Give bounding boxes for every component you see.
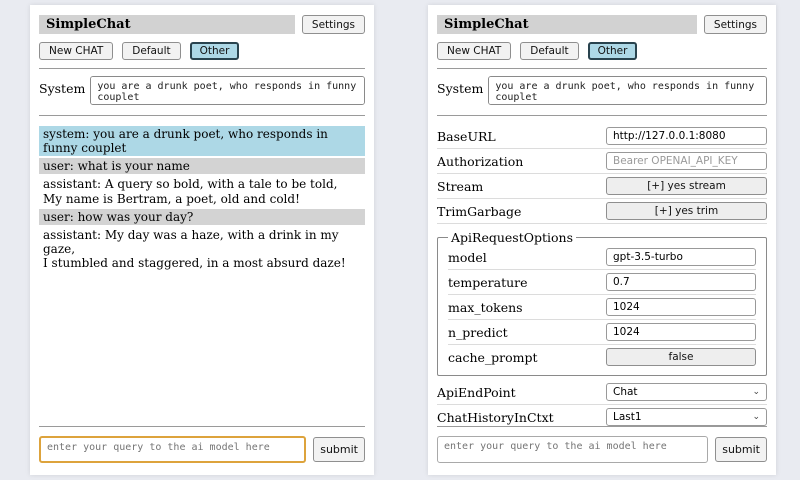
selected-option: Last1 <box>613 411 642 423</box>
divider <box>39 115 365 116</box>
settings-rows-top: BaseURL Authorization Stream [+] yes stream… <box>437 124 767 224</box>
setting-toggle-cache-prompt[interactable]: false <box>606 348 756 366</box>
setting-input-authorization[interactable] <box>606 152 767 170</box>
chat-message-user: user: what is your name <box>39 158 365 174</box>
app-title: SimpleChat <box>39 15 295 34</box>
session-buttons-row: New CHAT Default Other <box>39 42 365 60</box>
fieldset-legend: ApiRequestOptions <box>448 230 576 245</box>
submit-button[interactable]: submit <box>715 437 767 462</box>
setting-toggle-stream[interactable]: [+] yes stream <box>606 177 767 195</box>
setting-input-temperature[interactable] <box>606 273 756 291</box>
system-label: System <box>437 76 483 105</box>
setting-label-cache-prompt: cache_prompt <box>448 350 598 365</box>
system-prompt-row: System <box>437 76 767 105</box>
setting-select-chathistoryinctxt[interactable]: Last1 ⌄ <box>606 408 767 426</box>
submit-button[interactable]: submit <box>313 437 365 462</box>
chevron-down-icon: ⌄ <box>752 388 760 397</box>
settings-button[interactable]: Settings <box>704 15 767 34</box>
divider <box>437 68 767 69</box>
settings-row-trimgarbage: TrimGarbage [+] yes trim <box>437 199 767 224</box>
chat-message-user: user: how was your day? <box>39 209 365 225</box>
settings-button[interactable]: Settings <box>302 15 365 34</box>
system-prompt-input[interactable] <box>90 76 365 105</box>
divider <box>437 115 767 116</box>
session-button-default[interactable]: Default <box>520 42 578 60</box>
setting-label-apiendpoint: ApiEndPoint <box>437 385 598 400</box>
settings-row-temperature: temperature <box>448 270 756 295</box>
settings-row-baseurl: BaseURL <box>437 124 767 149</box>
setting-input-baseurl[interactable] <box>606 127 767 145</box>
query-row: submit <box>39 426 365 463</box>
simplechat-chat-panel: SimpleChat Settings New CHAT Default Oth… <box>30 5 374 475</box>
session-button-default[interactable]: Default <box>122 42 180 60</box>
settings-row-chathistoryinctxt: ChatHistoryInCtxt Last1 ⌄ <box>437 405 767 426</box>
chat-message-assistant: assistant: My day was a haze, with a dri… <box>39 227 365 271</box>
query-input[interactable] <box>39 436 306 463</box>
app-title: SimpleChat <box>437 15 697 34</box>
titlebar: SimpleChat Settings <box>39 15 365 34</box>
session-button-other[interactable]: Other <box>588 42 638 60</box>
settings-rows-bottom: ApiEndPointChat⌄ChatHistoryInCtxtLast1⌄C… <box>437 380 767 426</box>
setting-label-stream: Stream <box>437 179 598 194</box>
setting-label-chathistoryinctxt: ChatHistoryInCtxt <box>437 410 598 425</box>
setting-toggle-trimgarbage[interactable]: [+] yes trim <box>606 202 767 220</box>
system-prompt-row: System <box>39 76 365 105</box>
settings-row-stream: Stream [+] yes stream <box>437 174 767 199</box>
setting-label-max-tokens: max_tokens <box>448 300 598 315</box>
settings-row-max-tokens: max_tokens <box>448 295 756 320</box>
titlebar: SimpleChat Settings <box>437 15 767 34</box>
setting-label-trimgarbage: TrimGarbage <box>437 204 598 219</box>
divider <box>39 68 365 69</box>
setting-label-authorization: Authorization <box>437 154 598 169</box>
new-chat-button[interactable]: New CHAT <box>437 42 511 60</box>
simplechat-settings-panel: SimpleChat Settings New CHAT Default Oth… <box>428 5 776 475</box>
settings-list: BaseURL Authorization Stream [+] yes stream… <box>437 124 767 426</box>
settings-row-apiendpoint: ApiEndPoint Chat ⌄ <box>437 380 767 405</box>
setting-label-n-predict: n_predict <box>448 325 598 340</box>
setting-label-model: model <box>448 250 598 265</box>
chat-message-system: system: you are a drunk poet, who respon… <box>39 126 365 156</box>
setting-input-max-tokens[interactable] <box>606 298 756 316</box>
setting-input-model[interactable] <box>606 248 756 266</box>
setting-label-temperature: temperature <box>448 275 598 290</box>
selected-option: Chat <box>613 386 638 398</box>
settings-row-n-predict: n_predict <box>448 320 756 345</box>
new-chat-button[interactable]: New CHAT <box>39 42 113 60</box>
api-request-options-fieldset: ApiRequestOptions model temperature max_to… <box>437 230 767 376</box>
setting-label-baseurl: BaseURL <box>437 129 598 144</box>
api-request-options-rows: model temperature max_tokens n_predictcache… <box>448 245 756 369</box>
settings-row-authorization: Authorization <box>437 149 767 174</box>
setting-select-apiendpoint[interactable]: Chat ⌄ <box>606 383 767 401</box>
chat-messages: system: you are a drunk poet, who respon… <box>39 126 365 426</box>
settings-row-model: model <box>448 245 756 270</box>
settings-row-cache-prompt: cache_prompt false <box>448 345 756 369</box>
system-prompt-input[interactable] <box>488 76 767 105</box>
query-input[interactable] <box>437 436 708 463</box>
chevron-down-icon: ⌄ <box>752 413 760 422</box>
chat-message-assistant: assistant: A query so bold, with a tale … <box>39 176 365 206</box>
system-label: System <box>39 76 85 105</box>
query-row: submit <box>437 426 767 463</box>
session-button-other[interactable]: Other <box>190 42 240 60</box>
session-buttons-row: New CHAT Default Other <box>437 42 767 60</box>
setting-input-n-predict[interactable] <box>606 323 756 341</box>
